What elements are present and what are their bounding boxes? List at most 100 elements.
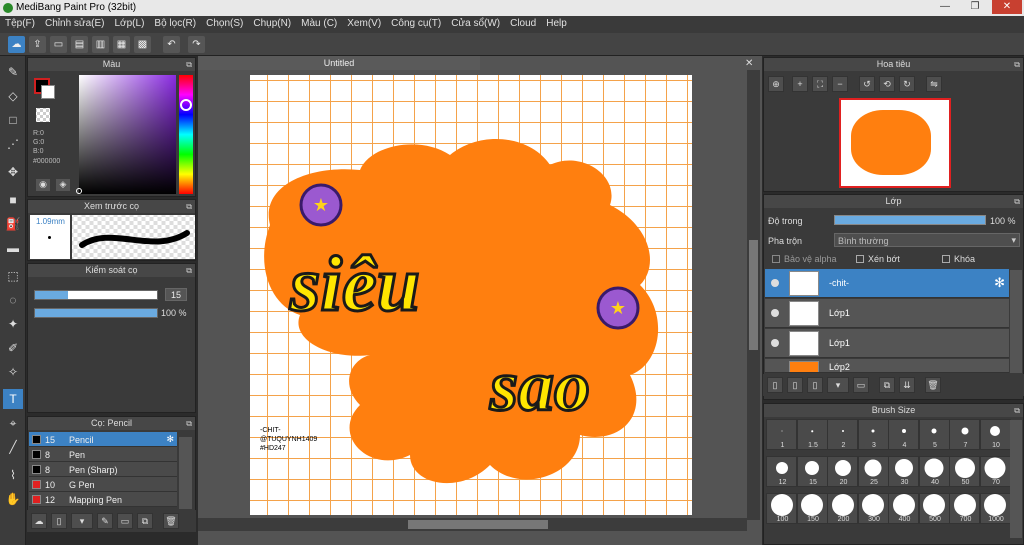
lock-checkbox[interactable] [942, 255, 950, 263]
brush-opacity-slider[interactable] [34, 308, 158, 318]
brush-item[interactable]: 10 G Pen [29, 477, 177, 492]
comment-icon[interactable]: ▭ [50, 36, 67, 53]
rotate-reset-icon[interactable]: ⟲ [879, 76, 895, 92]
color-swap-icon[interactable]: ◈ [56, 179, 70, 191]
brush-size-option[interactable]: 7 [949, 419, 980, 450]
share-icon[interactable]: ⇪ [29, 36, 46, 53]
hue-slider[interactable] [179, 75, 193, 194]
expand-icon[interactable]: ⧉ [1014, 195, 1020, 208]
protect-alpha-checkbox[interactable] [772, 255, 780, 263]
divide-tool-icon[interactable]: ╱ [3, 437, 23, 457]
brush-size-slider[interactable] [34, 290, 158, 300]
dot-tool-icon[interactable]: ⋰ [3, 134, 23, 154]
new-halftone-layer-icon[interactable]: ▯ [787, 377, 803, 393]
new-brush-icon[interactable]: ▯ [51, 513, 67, 529]
visibility-icon[interactable] [771, 309, 779, 317]
hue-slider-handle[interactable] [180, 99, 192, 111]
brush-tool-icon[interactable]: ✎ [3, 62, 23, 82]
zoom-out-icon[interactable]: − [832, 76, 848, 92]
fill-rect-tool-icon[interactable]: ■ [3, 190, 23, 210]
new-8bit-layer-icon[interactable]: ▯ [807, 377, 823, 393]
merge-layer-icon[interactable]: ⇊ [899, 377, 915, 393]
gear-icon[interactable]: ✻ [166, 434, 174, 445]
zoom-icon[interactable]: ⊕ [768, 76, 784, 92]
palette-icon[interactable]: ◉ [36, 179, 50, 191]
brush-size-option[interactable]: 4 [888, 419, 919, 450]
panel-icon[interactable]: ▦ [113, 36, 130, 53]
menu-tools[interactable]: Công cụ(T) [386, 16, 446, 33]
expand-icon[interactable]: ⧉ [1014, 58, 1020, 71]
clipping-checkbox[interactable] [856, 255, 864, 263]
brush-size-option[interactable]: 300 [857, 493, 889, 524]
add-layer-menu-icon[interactable]: ▾ [827, 377, 849, 393]
trash-icon[interactable]: 🗑 [163, 513, 179, 529]
duplicate-icon[interactable]: ⧉ [137, 513, 153, 529]
select-eraser-icon[interactable]: ✧ [3, 362, 23, 382]
brush-list-scrollbar[interactable] [179, 437, 192, 509]
menu-view[interactable]: Xem(V) [342, 16, 386, 33]
brush-size-scrollbar[interactable] [1010, 420, 1022, 538]
brush-size-option[interactable]: 150 [796, 493, 828, 524]
brush-size-option[interactable]: 400 [888, 493, 919, 524]
visibility-icon[interactable] [771, 279, 779, 287]
rotate-right-icon[interactable]: ↻ [899, 76, 915, 92]
trash-icon[interactable]: 🗑 [925, 377, 941, 393]
minimize-button[interactable]: — [932, 0, 958, 14]
vertical-scrollbar[interactable] [747, 70, 760, 520]
blend-mode-select[interactable]: Bình thường ▾ [834, 233, 1020, 247]
brush-size-value[interactable]: 15 [165, 288, 187, 301]
layer-row[interactable]: -chit- ✻ [765, 269, 1009, 298]
close-document-icon[interactable]: ✕ [745, 58, 757, 70]
navigator-preview[interactable] [839, 98, 951, 188]
lasso-tool-icon[interactable]: ◌ [3, 290, 23, 310]
horizontal-scrollbar[interactable] [198, 518, 747, 531]
layer-scrollbar[interactable] [1010, 270, 1022, 373]
brush-size-option[interactable]: 20 [827, 456, 858, 487]
edit-brush-icon[interactable]: ✎ [97, 513, 113, 529]
rotate-left-icon[interactable]: ↺ [859, 76, 875, 92]
text-tool-icon[interactable]: T [3, 389, 23, 409]
brush-item[interactable]: 12 Mapping Pen [29, 492, 177, 507]
magic-wand-icon[interactable]: ✦ [3, 314, 23, 334]
expand-icon[interactable]: ⧉ [186, 417, 192, 430]
redo-icon[interactable]: ↷ [188, 36, 205, 53]
close-button[interactable]: ✕ [992, 0, 1022, 14]
hand-tool-icon[interactable]: ✋ [3, 489, 23, 509]
brush-size-option[interactable]: 3 [857, 419, 889, 450]
brush-size-option[interactable]: 500 [918, 493, 950, 524]
brush-size-option[interactable]: 10 [979, 419, 1011, 450]
folder-icon[interactable]: ▭ [117, 513, 133, 529]
brush-size-option[interactable]: 70 [979, 456, 1011, 487]
menu-filter[interactable]: Bộ lọc(R) [149, 16, 201, 33]
layer-row[interactable]: Lớp1 [765, 299, 1009, 328]
bucket-tool-icon[interactable]: ⛽ [3, 214, 23, 234]
move-tool-icon[interactable]: ✥ [3, 162, 23, 182]
saturation-value-picker[interactable] [79, 75, 176, 194]
rectangle-tool-icon[interactable]: □ [3, 110, 23, 130]
menu-select[interactable]: Chọn(S) [201, 16, 248, 33]
brush-item[interactable]: 15 Pencil ✻ [29, 432, 177, 447]
brush-size-option[interactable]: 100 [766, 493, 797, 524]
brush-size-option[interactable]: 5 [918, 419, 950, 450]
duplicate-layer-icon[interactable]: ⧉ [879, 377, 895, 393]
cloud-brush-icon[interactable]: ☁ [31, 513, 47, 529]
add-brush-menu-icon[interactable]: ▾ [71, 513, 93, 529]
menu-help[interactable]: Help [541, 16, 572, 33]
brush-size-option[interactable]: 15 [796, 456, 828, 487]
brush-size-option[interactable]: 50 [949, 456, 980, 487]
transparent-swatch[interactable] [36, 108, 50, 122]
speech-icon[interactable]: ▤ [71, 36, 88, 53]
eraser-tool-icon[interactable]: ◇ [3, 86, 23, 106]
canvas-paper[interactable]: ★ ★ siêu sao -CHIT- @TUQUYNH1409 #HD247 [250, 75, 692, 515]
cloud-icon[interactable]: ☁ [8, 36, 25, 53]
document-tab[interactable]: Untitled [198, 56, 480, 70]
brush-item[interactable]: 8 Pen [29, 447, 177, 462]
gear-icon[interactable]: ✻ [994, 275, 1005, 291]
select-pen-icon[interactable]: ✐ [3, 338, 23, 358]
brush-size-option[interactable]: 40 [918, 456, 950, 487]
flip-icon[interactable]: ⇋ [926, 76, 942, 92]
brush-size-option[interactable]: 2 [827, 419, 858, 450]
brush-size-option[interactable]: 700 [949, 493, 980, 524]
expand-icon[interactable]: ⧉ [1014, 404, 1020, 417]
brush-size-option[interactable]: 1.5 [796, 419, 828, 450]
